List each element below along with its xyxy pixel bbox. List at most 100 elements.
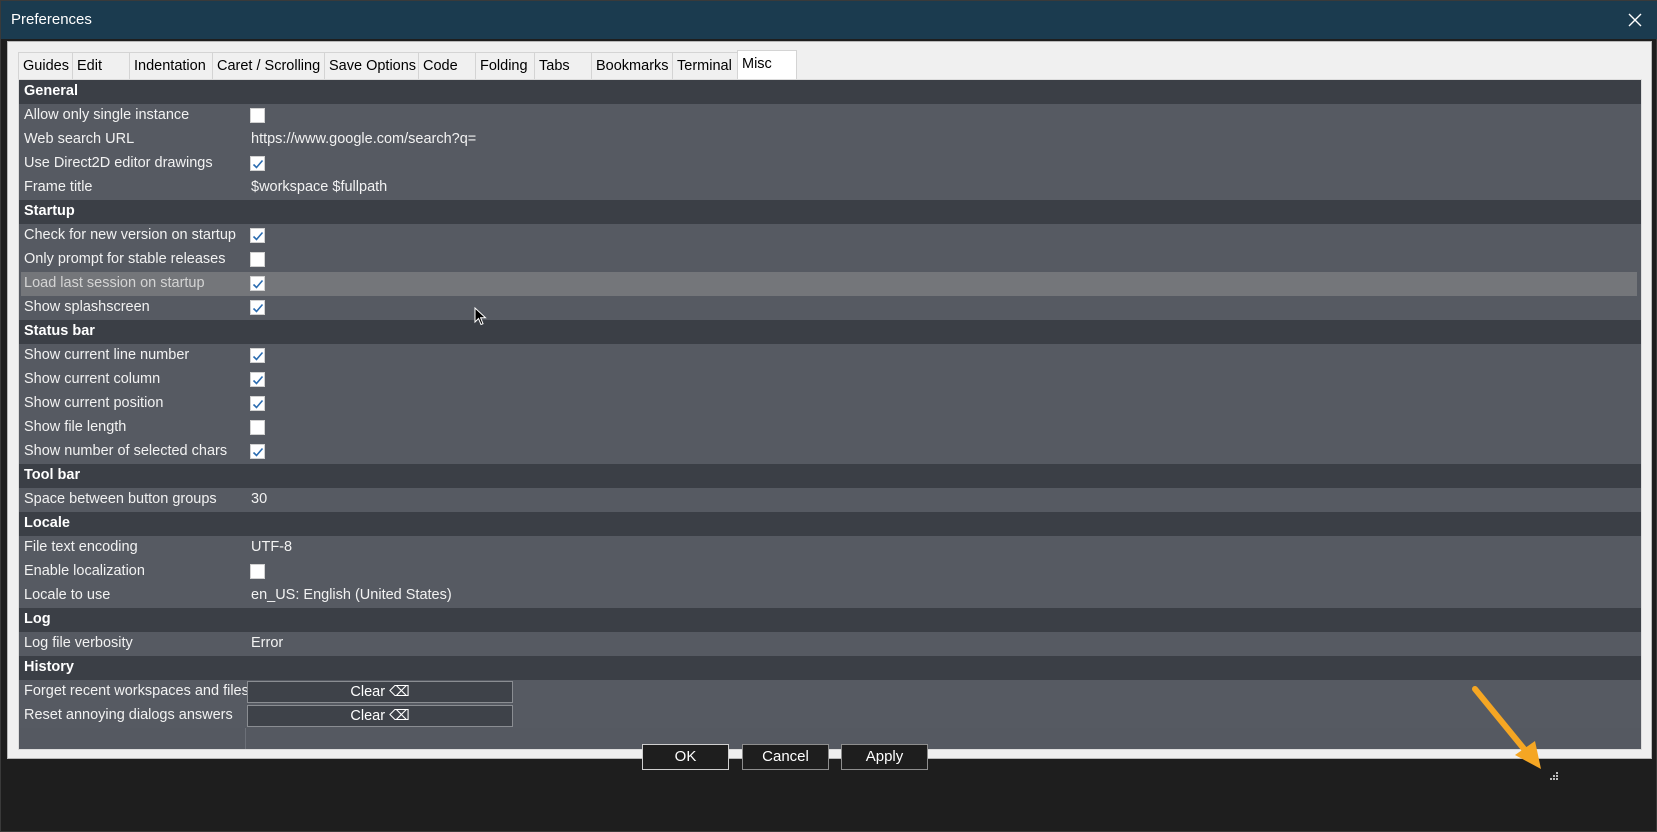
property-row-file-length[interactable]: Show file length: [19, 416, 1641, 440]
property-label: Frame title: [24, 179, 93, 195]
property-label: Allow only single instance: [24, 107, 190, 123]
cancel-button[interactable]: Cancel: [742, 744, 829, 770]
property-row-locale-to-use[interactable]: Locale to use en_US: English (United Sta…: [19, 584, 1641, 608]
frame-title-value[interactable]: $workspace $fullpath: [251, 179, 387, 195]
property-label: Locale to use: [24, 587, 111, 603]
enable-localization-checkbox[interactable]: [250, 564, 265, 579]
log-verbosity-value[interactable]: Error: [251, 635, 283, 651]
property-label: Web search URL: [24, 131, 135, 147]
show-splash-checkbox[interactable]: [250, 300, 265, 315]
property-row-load-last-session[interactable]: Load last session on startup: [19, 272, 1641, 296]
column-checkbox[interactable]: [250, 372, 265, 387]
position-checkbox[interactable]: [250, 396, 265, 411]
selected-chars-checkbox[interactable]: [250, 444, 265, 459]
property-grid: General Allow only single instance Web s…: [18, 79, 1642, 750]
property-label: Space between button groups: [24, 491, 217, 507]
property-label: Show current column: [24, 371, 161, 387]
checkmark-icon: [252, 375, 264, 385]
section-header-history: History: [19, 656, 1641, 680]
allow-single-instance-checkbox[interactable]: [250, 108, 265, 123]
close-icon: [1628, 13, 1642, 27]
property-row-reset-dialogs: Reset annoying dialogs answers Clear ⌫: [19, 704, 1641, 728]
section-title: Log: [24, 611, 51, 627]
property-label: Enable localization: [24, 563, 145, 579]
load-last-session-checkbox[interactable]: [250, 276, 265, 291]
tab-folding[interactable]: Folding: [475, 52, 535, 79]
property-label: Only prompt for stable releases: [24, 251, 226, 267]
property-row-enable-localization[interactable]: Enable localization: [19, 560, 1641, 584]
property-row-position[interactable]: Show current position: [19, 392, 1641, 416]
property-row-forget-recent: Forget recent workspaces and files Clear…: [19, 680, 1641, 704]
property-row-check-new-version[interactable]: Check for new version on startup: [19, 224, 1641, 248]
tab-tabs[interactable]: Tabs: [534, 52, 592, 79]
property-row-log-verbosity[interactable]: Log file verbosity Error: [19, 632, 1641, 656]
window-title: Preferences: [11, 11, 92, 28]
section-header-locale: Locale: [19, 512, 1641, 536]
property-row-use-direct2d[interactable]: Use Direct2D editor drawings: [19, 152, 1641, 176]
property-label: Show number of selected chars: [24, 443, 228, 459]
property-label: File text encoding: [24, 539, 138, 555]
encoding-value[interactable]: UTF-8: [251, 539, 292, 555]
property-row-space-groups[interactable]: Space between button groups 30: [19, 488, 1641, 512]
tab-save-options[interactable]: Save Options: [324, 52, 419, 79]
property-row-selected-chars[interactable]: Show number of selected chars: [19, 440, 1641, 464]
use-direct2d-checkbox[interactable]: [250, 156, 265, 171]
property-row-web-search-url[interactable]: Web search URL https://www.google.com/se…: [19, 128, 1641, 152]
locale-to-use-value[interactable]: en_US: English (United States): [251, 587, 452, 603]
property-row-show-splash[interactable]: Show splashscreen: [19, 296, 1641, 320]
clear-dialogs-button[interactable]: Clear ⌫: [247, 705, 513, 727]
resize-grip-icon[interactable]: [1549, 771, 1559, 781]
section-title: Startup: [24, 203, 75, 219]
tab-code[interactable]: Code: [418, 52, 476, 79]
property-row-encoding[interactable]: File text encoding UTF-8: [19, 536, 1641, 560]
tab-caret-scrolling[interactable]: Caret / Scrolling: [212, 52, 325, 79]
preferences-window: Preferences Guides Edit Indentation Care…: [0, 0, 1657, 832]
title-bar: Preferences: [1, 1, 1657, 39]
tab-terminal[interactable]: Terminal: [672, 52, 738, 79]
checkmark-icon: [252, 399, 264, 409]
property-row-frame-title[interactable]: Frame title $workspace $fullpath: [19, 176, 1641, 200]
checkmark-icon: [252, 231, 264, 241]
section-header-tool-bar: Tool bar: [19, 464, 1641, 488]
preferences-panel: Guides Edit Indentation Caret / Scrollin…: [7, 41, 1652, 759]
property-row-line-number[interactable]: Show current line number: [19, 344, 1641, 368]
property-label: Show splashscreen: [24, 299, 150, 315]
property-row-column[interactable]: Show current column: [19, 368, 1641, 392]
property-row-allow-single-instance[interactable]: Allow only single instance: [19, 104, 1641, 128]
section-title: Tool bar: [24, 467, 81, 483]
section-header-startup: Startup: [19, 200, 1641, 224]
section-header-general: General: [19, 80, 1641, 104]
checkmark-icon: [252, 447, 264, 457]
clear-recent-button[interactable]: Clear ⌫: [247, 681, 513, 703]
file-length-checkbox[interactable]: [250, 420, 265, 435]
line-number-checkbox[interactable]: [250, 348, 265, 363]
section-title: Locale: [24, 515, 70, 531]
tab-misc[interactable]: Misc: [737, 50, 797, 79]
tab-bookmarks[interactable]: Bookmarks: [591, 52, 673, 79]
property-label: Forget recent workspaces and files: [24, 683, 249, 699]
apply-button[interactable]: Apply: [841, 744, 928, 770]
prompt-stable-checkbox[interactable]: [250, 252, 265, 267]
checkmark-icon: [252, 159, 264, 169]
property-label: Show current position: [24, 395, 164, 411]
tab-indentation[interactable]: Indentation: [129, 52, 213, 79]
check-new-version-checkbox[interactable]: [250, 228, 265, 243]
tab-guides[interactable]: Guides: [18, 52, 73, 79]
property-label: Show file length: [24, 419, 127, 435]
tab-edit[interactable]: Edit: [72, 52, 130, 79]
property-label: Reset annoying dialogs answers: [24, 707, 233, 723]
section-title: Status bar: [24, 323, 95, 339]
ok-button[interactable]: OK: [642, 744, 729, 770]
property-label: Show current line number: [24, 347, 190, 363]
section-title: History: [24, 659, 74, 675]
close-button[interactable]: [1612, 1, 1657, 39]
property-label: Log file verbosity: [24, 635, 133, 651]
checkmark-icon: [252, 303, 264, 313]
section-header-status-bar: Status bar: [19, 320, 1641, 344]
web-search-url-value[interactable]: https://www.google.com/search?q=: [251, 131, 476, 147]
section-title: General: [24, 83, 78, 99]
property-row-prompt-stable[interactable]: Only prompt for stable releases: [19, 248, 1641, 272]
tab-bar: Guides Edit Indentation Caret / Scrollin…: [18, 50, 797, 79]
space-groups-value[interactable]: 30: [251, 491, 267, 507]
mouse-pointer-icon: [474, 307, 487, 326]
